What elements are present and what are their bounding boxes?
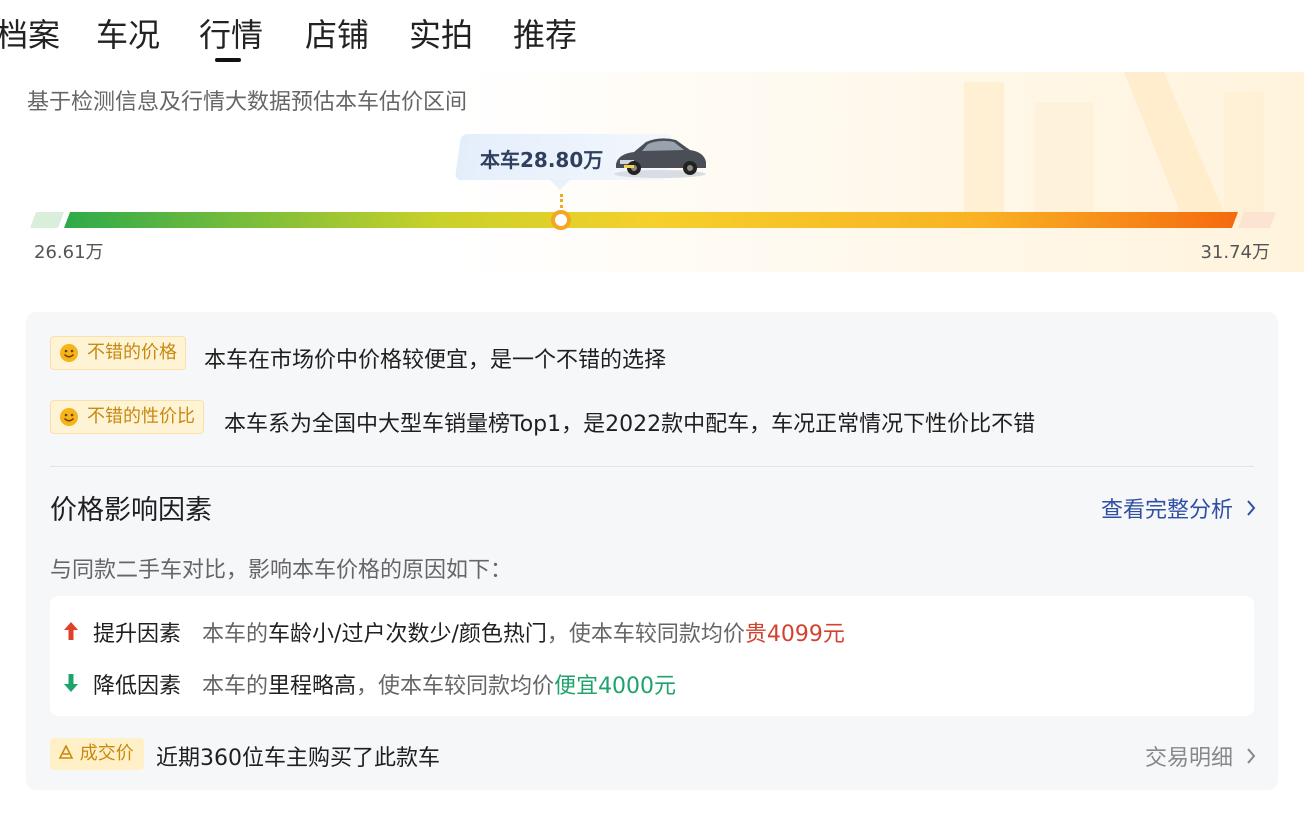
car-icon — [614, 138, 706, 178]
smile-icon — [60, 344, 78, 362]
chevron-right-icon — [1247, 748, 1256, 764]
tab-photos[interactable]: 实拍 — [409, 12, 473, 58]
highlight-tag-label: 不错的价格 — [87, 342, 177, 363]
tab-condition[interactable]: 车况 — [96, 12, 160, 58]
price-bubble-tail — [550, 180, 570, 190]
factor-prefix: 本车的 — [202, 674, 269, 699]
factor-items-up: 车龄小/过户次数少/颜色热门 — [268, 622, 547, 647]
estimate-subtitle: 基于检测信息及行情大数据预估本车估价区间 — [27, 90, 468, 115]
highlight-tag-value: 不错的性价比 — [50, 400, 204, 434]
deal-price-tag: 成交价 — [50, 738, 144, 770]
transaction-details-label: 交易明细 — [1144, 746, 1233, 771]
deal-tag-label: 成交价 — [79, 743, 134, 764]
highlight-text: 本车系为全国中大型车销量榜Top1，是2022款中配车，车况正常情况下性价比不错 — [224, 412, 1036, 437]
factors-box: 提升因素 本车的车龄小/过户次数少/颜色热门，使本车较同款均价贵4099元 降低… — [50, 596, 1254, 716]
active-tab-indicator — [215, 58, 241, 62]
highlight-tag-price: 不错的价格 — [50, 336, 186, 370]
factor-row-up: 提升因素 本车的车龄小/过户次数少/颜色热门，使本车较同款均价贵4099元 — [62, 616, 845, 648]
factor-middle: ，使本车较同款均价 — [546, 622, 745, 647]
factor-label-down: 降低因素 — [93, 674, 182, 699]
current-price: 本车28.80万 — [480, 148, 604, 172]
factor-middle: ，使本车较同款均价 — [356, 674, 555, 699]
factors-description: 与同款二手车对比，影响本车价格的原因如下： — [50, 558, 513, 583]
tab-market[interactable]: 行情 — [199, 12, 263, 58]
price-range-bar — [30, 212, 1276, 228]
banner-decoration — [964, 72, 1264, 222]
deal-summary: 近期360位车主购买了此款车 — [156, 746, 440, 771]
tab-profile[interactable]: 档案 — [0, 12, 60, 58]
arrow-up-icon — [64, 622, 78, 640]
factor-items-down: 里程略高 — [268, 674, 357, 699]
view-full-analysis-label: 查看完整分析 — [1100, 498, 1233, 523]
highlight-tag-label: 不错的性价比 — [87, 406, 195, 427]
chevron-right-icon — [1247, 500, 1256, 516]
view-full-analysis-link[interactable]: 查看完整分析 — [1101, 492, 1256, 524]
tab-recommend[interactable]: 推荐 — [513, 12, 577, 58]
price-analysis-card: 不错的价格 本车在市场价中价格较便宜，是一个不错的选择 不错的性价比 本车系为全… — [26, 312, 1278, 790]
price-estimate-banner: 基于检测信息及行情大数据预估本车估价区间 本车28.80万 26.61万 31.… — [0, 72, 1304, 272]
divider — [50, 466, 1254, 467]
tab-shop[interactable]: 店铺 — [305, 12, 369, 58]
factor-result-up: 贵4099元 — [744, 622, 845, 647]
transaction-details-link[interactable]: 交易明细 — [1145, 740, 1256, 772]
factor-result-down: 便宜4000元 — [554, 674, 677, 699]
smile-icon — [60, 408, 78, 426]
price-position-marker — [551, 210, 571, 230]
arrow-down-icon — [64, 674, 78, 692]
price-pointer — [560, 194, 566, 208]
highlight-text: 本车在市场价中价格较便宜，是一个不错的选择 — [204, 348, 667, 373]
factor-label-up: 提升因素 — [93, 622, 182, 647]
range-min-price: 26.61万 — [34, 242, 104, 263]
deal-icon — [58, 744, 74, 759]
factor-row-down: 降低因素 本车的里程略高，使本车较同款均价便宜4000元 — [62, 668, 676, 700]
factors-title: 价格影响因素 — [50, 495, 212, 526]
factor-prefix: 本车的 — [202, 622, 269, 647]
range-max-price: 31.74万 — [1200, 242, 1270, 263]
